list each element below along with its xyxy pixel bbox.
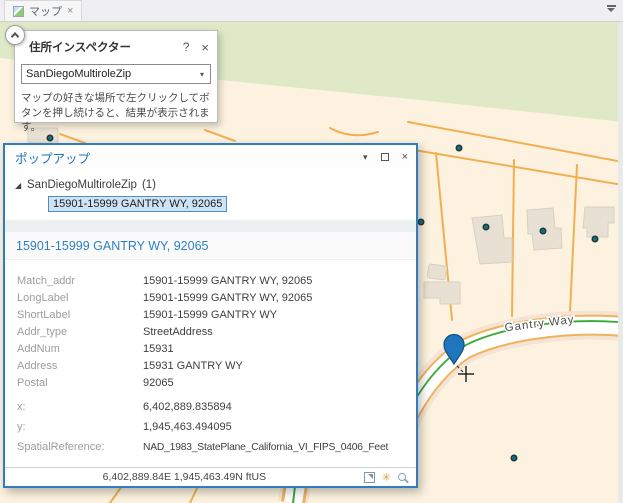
- view-tab-bar: マップ ×: [0, 0, 623, 22]
- popup-title: ポップアップ: [15, 148, 350, 167]
- window-edge: [618, 22, 623, 503]
- tree-node-layer[interactable]: ◢ SanDiegoMultiroleZip (1): [15, 177, 416, 193]
- field-label: Postal: [17, 377, 143, 389]
- chevron-down-icon[interactable]: ▾: [194, 70, 210, 79]
- collapse-icon[interactable]: ◢: [15, 181, 27, 190]
- feature-title: 15901-15999 GANTRY WY, 92065: [5, 232, 416, 260]
- close-icon[interactable]: ×: [201, 41, 209, 54]
- result-tree: ◢ SanDiegoMultiroleZip (1) 15901-15999 G…: [5, 169, 416, 220]
- close-icon[interactable]: ×: [67, 6, 73, 17]
- zoom-to-icon[interactable]: [398, 473, 406, 481]
- flash-location-icon[interactable]: ✳: [382, 471, 391, 484]
- table-row: y:1,945,463.494095: [17, 417, 412, 437]
- layer-name: SanDiegoMultiroleZip: [27, 179, 137, 191]
- tab-map-label: マップ: [29, 3, 62, 19]
- field-label: LongLabel: [17, 292, 143, 304]
- field-label: Addr_type: [17, 326, 143, 338]
- field-value: 15901-15999 GANTRY WY: [143, 309, 277, 321]
- table-row: Postal92065: [17, 374, 412, 391]
- field-value: 6,402,889.835894: [143, 401, 232, 413]
- inspector-hint: マップの好きな場所で左クリックしてボタンを押し続けると、結果が表示されます。: [21, 91, 211, 135]
- coordinate-rows: x:6,402,889.835894 y:1,945,463.494095 Sp…: [17, 397, 412, 457]
- popup-body: ◢ SanDiegoMultiroleZip (1) 15901-15999 G…: [5, 169, 416, 486]
- pan-to-icon[interactable]: [364, 472, 375, 483]
- popup-title-bar: ポップアップ ▾ ×: [5, 145, 416, 169]
- field-label: y:: [17, 421, 143, 433]
- field-label: Address: [17, 360, 143, 372]
- field-value: StreetAddress: [143, 326, 213, 338]
- table-row: SpatialReference:NAD_1983_StatePlane_Cal…: [17, 437, 412, 457]
- field-value: 92065: [143, 377, 174, 389]
- feature-count: (1): [142, 179, 156, 191]
- overflow-triangle: [607, 8, 615, 12]
- table-row: Addr_typeStreetAddress: [17, 323, 412, 340]
- field-label: AddNum: [17, 343, 143, 355]
- field-value: 15931 GANTRY WY: [143, 360, 243, 372]
- dialog-header: 住所インスペクター ? ×: [15, 31, 217, 55]
- selected-feature[interactable]: 15901-15999 GANTRY WY, 92065: [48, 196, 227, 212]
- field-label: SpatialReference:: [17, 441, 143, 453]
- locator-value: SanDiegoMultiroleZip: [22, 68, 194, 80]
- divider: [5, 220, 416, 232]
- locator-select[interactable]: SanDiegoMultiroleZip ▾: [21, 64, 211, 84]
- table-row: Match_addr15901-15999 GANTRY WY, 92065: [17, 272, 412, 289]
- tab-overflow-icon[interactable]: [606, 5, 616, 15]
- address-inspector-dialog: 住所インスペクター ? × SanDiegoMultiroleZip ▾ マップ…: [14, 30, 218, 123]
- table-row: x:6,402,889.835894: [17, 397, 412, 417]
- dialog-title: 住所インスペクター: [29, 39, 183, 55]
- arcgis-window: Gantry Way: [0, 0, 623, 503]
- table-row: Address15931 GANTRY WY: [17, 357, 412, 374]
- field-label: Match_addr: [17, 275, 143, 287]
- field-value: 15931: [143, 343, 174, 355]
- help-icon[interactable]: ?: [183, 40, 190, 54]
- field-label: x:: [17, 401, 143, 413]
- attribute-table: Match_addr15901-15999 GANTRY WY, 92065 L…: [5, 260, 416, 457]
- field-value: 15901-15999 GANTRY WY, 92065: [143, 292, 312, 304]
- table-row: LongLabel15901-15999 GANTRY WY, 92065: [17, 289, 412, 306]
- coordinates-readout: 6,402,889.84E 1,945,463.49N ftUS: [12, 471, 357, 483]
- overlay-expand-button[interactable]: [5, 25, 25, 45]
- field-value: NAD_1983_StatePlane_California_VI_FIPS_0…: [143, 442, 388, 453]
- field-value: 15901-15999 GANTRY WY, 92065: [143, 275, 312, 287]
- field-label: ShortLabel: [17, 309, 143, 321]
- maximize-box: [381, 153, 389, 161]
- table-row: ShortLabel15901-15999 GANTRY WY: [17, 306, 412, 323]
- map-icon: [13, 6, 24, 17]
- field-value: 1,945,463.494095: [143, 421, 232, 433]
- overflow-bar: [607, 5, 616, 7]
- close-icon[interactable]: ×: [402, 152, 408, 163]
- chevron-up-icon: [11, 32, 19, 40]
- table-row: AddNum15931: [17, 340, 412, 357]
- maximize-icon[interactable]: [381, 153, 389, 161]
- popup-window: ポップアップ ▾ × ◢ SanDiegoMultiroleZip (1) 15…: [3, 143, 418, 488]
- popup-status-bar: 6,402,889.84E 1,945,463.49N ftUS ✳: [5, 467, 416, 486]
- tab-map[interactable]: マップ ×: [4, 0, 82, 21]
- dock-menu-icon[interactable]: ▾: [363, 153, 368, 162]
